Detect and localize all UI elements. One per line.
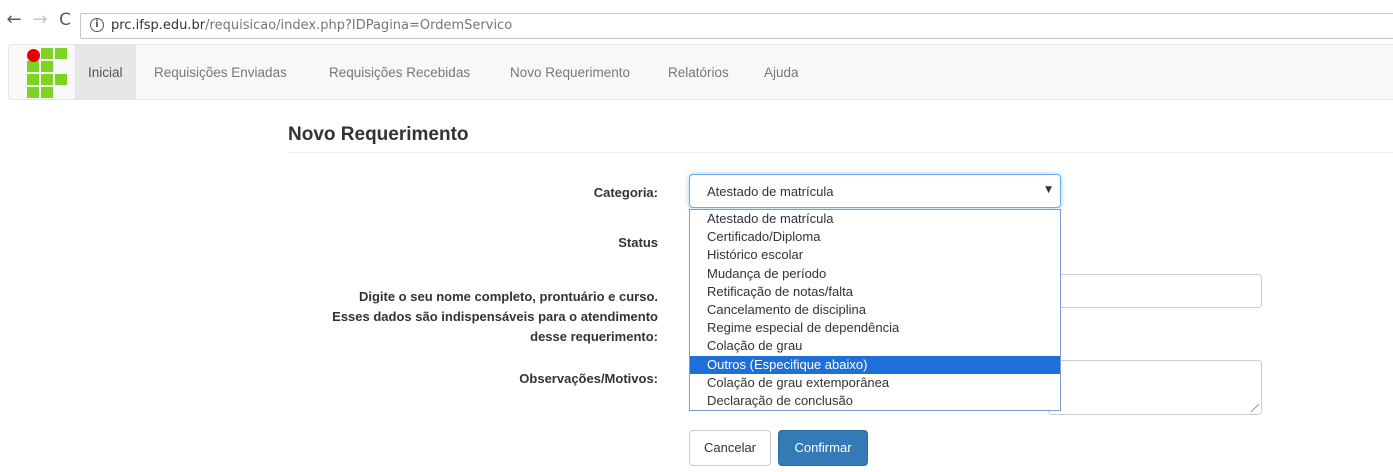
option-atestado-matricula[interactable]: Atestado de matrícula bbox=[690, 210, 1060, 228]
observacoes-textarea[interactable] bbox=[1048, 360, 1262, 415]
option-historico-escolar[interactable]: Histórico escolar bbox=[690, 246, 1060, 264]
option-declaracao-conclusao[interactable]: Declaração de conclusão bbox=[690, 392, 1060, 410]
address-bar[interactable]: i prc.ifsp.edu.br/requisicao/index.php?I… bbox=[80, 13, 1393, 39]
resize-grip-icon[interactable] bbox=[1251, 404, 1259, 412]
observacoes-label: Observações/Motivos: bbox=[519, 371, 658, 386]
back-arrow-icon[interactable]: ← bbox=[4, 10, 24, 30]
option-cancelamento-disciplina[interactable]: Cancelamento de disciplina bbox=[690, 301, 1060, 319]
option-mudanca-periodo[interactable]: Mudança de período bbox=[690, 265, 1060, 283]
title-divider bbox=[288, 152, 1393, 153]
confirm-button[interactable]: Confirmar bbox=[778, 430, 868, 466]
top-navbar: Inicial Requisições Enviadas Requisições… bbox=[8, 44, 1393, 100]
option-certificado-diploma[interactable]: Certificado/Diploma bbox=[690, 228, 1060, 246]
categoria-dropdown-list[interactable]: Atestado de matrícula Certificado/Diplom… bbox=[689, 209, 1061, 411]
info-icon[interactable]: i bbox=[90, 18, 104, 32]
logo-red-dot bbox=[27, 49, 40, 62]
nome-input[interactable] bbox=[1048, 274, 1262, 308]
url-host: prc.ifsp.edu.br bbox=[111, 18, 206, 33]
categoria-selected-value: Atestado de matrícula bbox=[707, 184, 834, 199]
nome-label-line-1: Digite o seu nome completo, prontuário e… bbox=[358, 289, 658, 304]
url-path: /requisicao/index.php?IDPagina=OrdemServ… bbox=[205, 18, 513, 33]
browser-toolbar: ← → C i prc.ifsp.edu.br/requisicao/index… bbox=[0, 0, 1393, 40]
nav-requisicoes-recebidas[interactable]: Requisições Recebidas bbox=[329, 45, 470, 100]
cancel-button[interactable]: Cancelar bbox=[689, 430, 771, 466]
forward-arrow-icon[interactable]: → bbox=[30, 10, 50, 30]
page-title: Novo Requerimento bbox=[288, 124, 469, 145]
option-retificacao-notas[interactable]: Retificação de notas/falta bbox=[690, 283, 1060, 301]
status-label: Status bbox=[618, 235, 658, 250]
nome-label-line-2: Esses dados são indispensáveis para o at… bbox=[332, 309, 658, 324]
nav-ajuda[interactable]: Ajuda bbox=[764, 45, 799, 100]
categoria-select[interactable]: Atestado de matrícula ▼ bbox=[689, 174, 1061, 208]
option-regime-especial[interactable]: Regime especial de dependência bbox=[690, 319, 1060, 337]
nav-requisicoes-enviadas[interactable]: Requisições Enviadas bbox=[154, 45, 287, 100]
nav-relatorios[interactable]: Relatórios bbox=[668, 45, 729, 100]
chevron-down-icon: ▼ bbox=[1045, 185, 1052, 195]
option-outros[interactable]: Outros (Especifique abaixo) bbox=[690, 355, 1060, 374]
option-colacao-extemporanea[interactable]: Colação de grau extemporânea bbox=[690, 374, 1060, 392]
option-colacao-grau[interactable]: Colação de grau bbox=[690, 337, 1060, 355]
url-text: prc.ifsp.edu.br/requisicao/index.php?IDP… bbox=[111, 18, 512, 33]
reload-icon[interactable]: C bbox=[55, 10, 75, 30]
ifsp-logo[interactable] bbox=[26, 48, 70, 100]
nome-label: Digite o seu nome completo, prontuário e… bbox=[332, 287, 658, 347]
nome-label-line-3: desse requerimento: bbox=[530, 329, 658, 344]
categoria-label: Categoria: bbox=[593, 185, 658, 200]
nav-novo-requerimento[interactable]: Novo Requerimento bbox=[510, 45, 630, 100]
nav-inicial[interactable]: Inicial bbox=[75, 45, 136, 100]
